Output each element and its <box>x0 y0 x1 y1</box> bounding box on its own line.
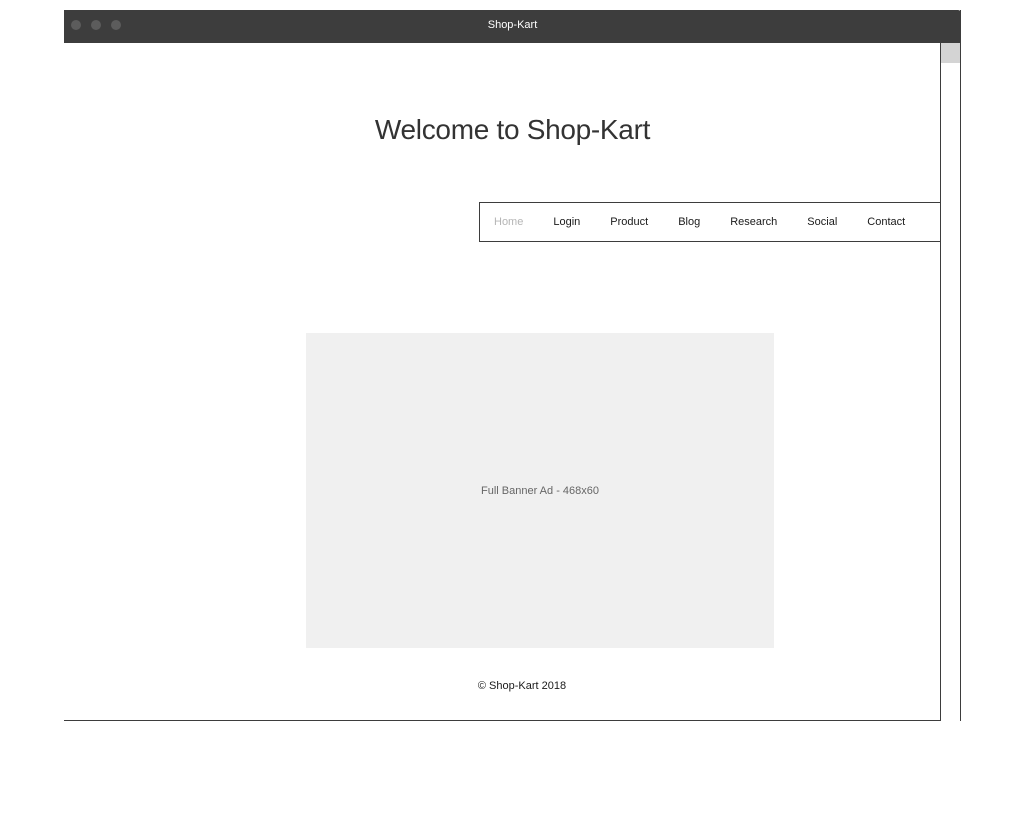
nav-item-login[interactable]: Login <box>553 216 580 228</box>
browser-window: Shop-Kart Welcome to Shop-Kart Home Logi… <box>64 10 961 721</box>
footer-copyright: © Shop-Kart 2018 <box>477 680 567 692</box>
banner-ad-label: Full Banner Ad - 468x60 <box>480 484 600 497</box>
vertical-scrollbar[interactable] <box>940 43 960 721</box>
nav-item-social[interactable]: Social <box>807 216 837 228</box>
window-titlebar: Shop-Kart <box>64 10 961 43</box>
nav-item-blog[interactable]: Blog <box>678 216 700 228</box>
nav-item-home[interactable]: Home <box>494 216 523 228</box>
scrollbar-thumb[interactable] <box>941 43 960 63</box>
main-navigation: Home Login Product Blog Research Social … <box>479 202 941 242</box>
banner-ad[interactable]: Full Banner Ad - 468x60 <box>306 333 774 648</box>
nav-item-research[interactable]: Research <box>730 216 777 228</box>
page-title: Welcome to Shop-Kart <box>374 114 651 145</box>
nav-item-product[interactable]: Product <box>610 216 648 228</box>
window-title: Shop-Kart <box>487 19 538 31</box>
nav-item-contact[interactable]: Contact <box>867 216 905 228</box>
